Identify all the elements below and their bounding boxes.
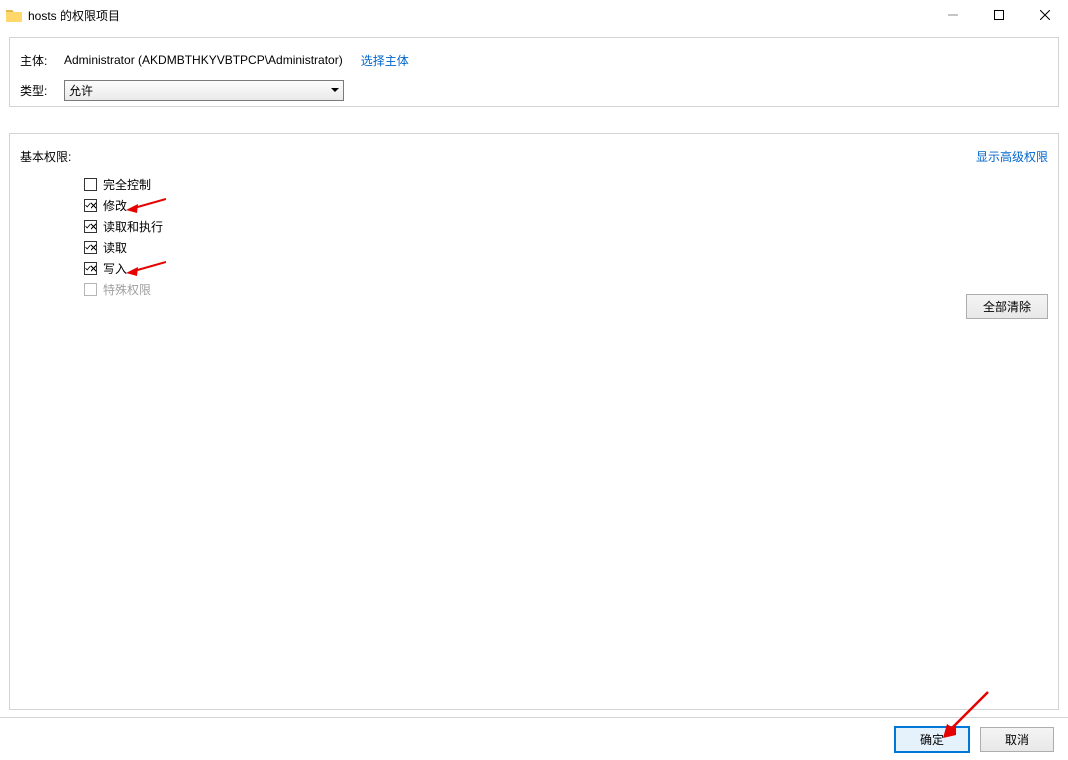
ok-label: 确定	[920, 731, 944, 748]
select-principal-link[interactable]: 选择主体	[361, 52, 409, 69]
show-advanced-permissions-link[interactable]: 显示高级权限	[976, 148, 1048, 165]
permissions-group: 基本权限: 显示高级权限 完全控制 修改 读取和执	[9, 133, 1059, 710]
permissions-list: 完全控制 修改 读取和执行 读	[10, 174, 1058, 300]
checkbox-read[interactable]	[84, 241, 97, 254]
perm-item-special: 特殊权限	[84, 279, 1058, 300]
type-row: 类型: 允许	[10, 80, 1058, 100]
title-bar: hosts 的权限项目	[0, 0, 1068, 30]
maximize-button[interactable]	[976, 0, 1022, 30]
principal-row: 主体: Administrator (AKDMBTHKYVBTPCP\Admin…	[10, 50, 1058, 70]
cancel-button[interactable]: 取消	[980, 727, 1054, 752]
minimize-button[interactable]	[930, 0, 976, 30]
ok-button[interactable]: 确定	[894, 726, 970, 753]
checkbox-special	[84, 283, 97, 296]
perm-item-read-execute: 读取和执行	[84, 216, 1058, 237]
perm-label: 特殊权限	[103, 281, 151, 298]
perm-item-write: 写入	[84, 258, 1058, 279]
checkbox-read-execute[interactable]	[84, 220, 97, 233]
perm-label: 读取	[103, 239, 127, 256]
annotation-arrow-icon	[126, 260, 166, 276]
annotation-arrow-icon	[126, 197, 166, 213]
perm-label: 写入	[103, 260, 127, 277]
window-controls	[930, 0, 1068, 30]
type-select[interactable]: 允许	[64, 80, 344, 101]
clear-all-label: 全部清除	[983, 298, 1031, 315]
checkbox-modify[interactable]	[84, 199, 97, 212]
perm-label: 读取和执行	[103, 218, 163, 235]
dialog-client-area: 主体: Administrator (AKDMBTHKYVBTPCP\Admin…	[0, 30, 1068, 718]
basic-permissions-label: 基本权限:	[20, 148, 71, 165]
checkbox-full-control[interactable]	[84, 178, 97, 191]
dialog-footer: 确定 取消	[0, 718, 1068, 760]
perm-item-modify: 修改	[84, 195, 1058, 216]
permissions-header: 基本权限: 显示高级权限	[10, 134, 1058, 166]
close-button[interactable]	[1022, 0, 1068, 30]
type-selected-text: 允许	[69, 82, 93, 99]
principal-value: Administrator (AKDMBTHKYVBTPCP\Administr…	[64, 53, 343, 67]
perm-label: 完全控制	[103, 176, 151, 193]
chevron-down-icon	[331, 88, 339, 92]
folder-icon	[6, 7, 22, 23]
clear-all-button[interactable]: 全部清除	[966, 294, 1048, 319]
window-title: hosts 的权限项目	[28, 7, 120, 24]
type-label: 类型:	[10, 82, 64, 99]
principal-group: 主体: Administrator (AKDMBTHKYVBTPCP\Admin…	[9, 37, 1059, 107]
perm-label: 修改	[103, 197, 127, 214]
perm-item-read: 读取	[84, 237, 1058, 258]
cancel-label: 取消	[1005, 731, 1029, 748]
principal-label: 主体:	[10, 52, 64, 69]
checkbox-write[interactable]	[84, 262, 97, 275]
perm-item-full-control: 完全控制	[84, 174, 1058, 195]
